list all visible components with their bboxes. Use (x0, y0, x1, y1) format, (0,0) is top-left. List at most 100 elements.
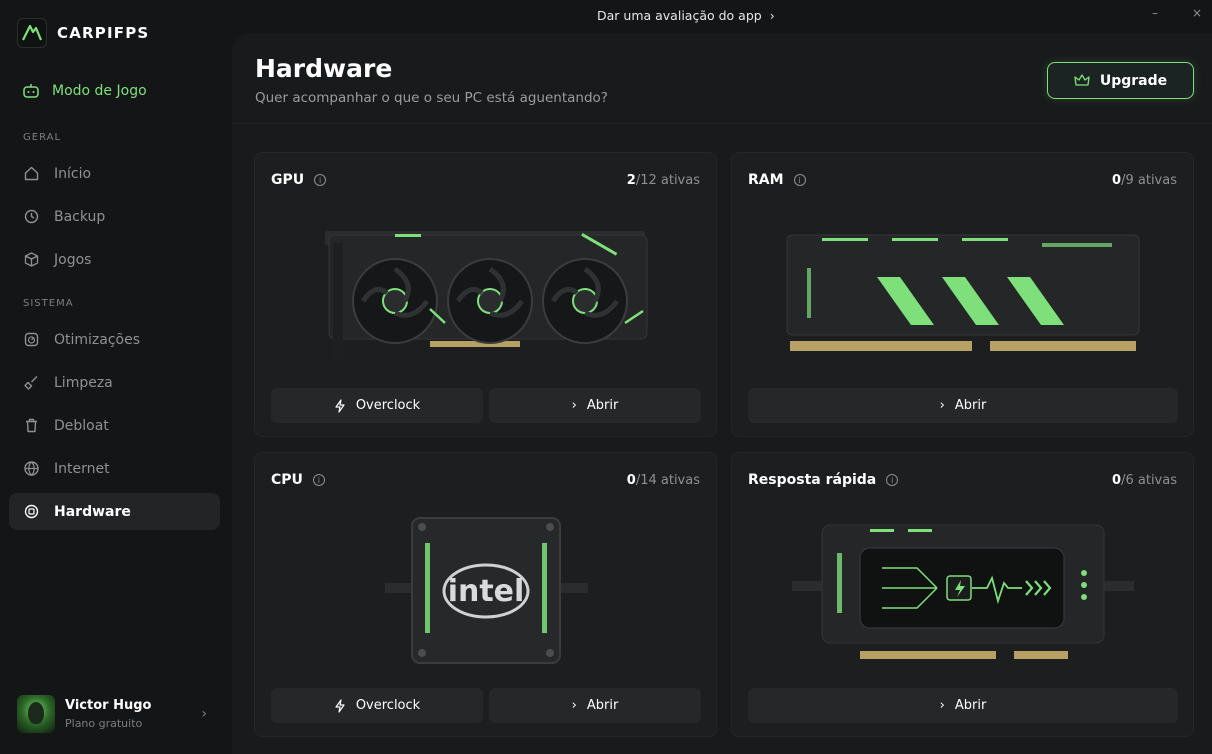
user-name: Victor Hugo (65, 698, 152, 713)
sidebar-item-otimizacoes[interactable]: Otimizações (9, 321, 220, 358)
intel-chip-label: intel (448, 574, 525, 609)
nav-game-mode[interactable]: Modo de Jogo (22, 82, 147, 100)
avatar (17, 695, 55, 733)
page-title: Hardware (255, 54, 393, 83)
trash-icon (26, 418, 37, 433)
open-button[interactable]: › Abrir (489, 388, 701, 423)
info-icon[interactable]: i (886, 474, 899, 486)
home-icon (24, 166, 39, 181)
open-label: Abrir (954, 698, 987, 713)
active-count: 2/12 ativas (627, 173, 700, 188)
card-title-text: RAM (748, 172, 784, 188)
title-bar: Dar uma avaliação do app › – × (232, 0, 1212, 32)
page-subtitle: Quer acompanhar o que o seu PC está ague… (255, 90, 608, 106)
sidebar-item-label: Internet (54, 460, 110, 477)
gauge-icon (24, 332, 39, 347)
open-button[interactable]: › Abrir (748, 688, 1178, 723)
sidebar-item-label: Backup (54, 208, 106, 225)
chevron-right-icon: › (769, 8, 775, 23)
cpu-illustration: intel (385, 517, 588, 664)
active-total: /6 ativas (1121, 473, 1177, 488)
card-title-text: GPU (271, 172, 305, 188)
cube-icon (24, 252, 39, 267)
brand: CARPIFPS (17, 18, 149, 48)
info-icon[interactable]: i (793, 174, 806, 186)
sidebar-item-label: Jogos (54, 251, 92, 268)
section-label-geral: GERAL (23, 132, 62, 143)
sidebar-item-label: Otimizações (54, 331, 141, 348)
sidebar-item-label: Hardware (54, 503, 131, 520)
card-title: CPU i (271, 472, 325, 488)
lightning-icon (335, 398, 345, 413)
minimize-button[interactable]: – (1152, 6, 1158, 20)
open-label: Abrir (586, 698, 619, 713)
card-title: GPU i (271, 172, 327, 188)
open-button[interactable]: › Abrir (748, 388, 1178, 423)
info-icon[interactable]: i (312, 474, 325, 486)
chevron-right-icon: › (201, 706, 207, 722)
chevron-right-icon: › (939, 398, 945, 413)
open-label: Abrir (954, 398, 987, 413)
chevron-right-icon: › (571, 398, 577, 413)
active-total: /12 ativas (635, 173, 700, 188)
globe-icon (24, 461, 39, 476)
overclock-button[interactable]: Overclock (271, 388, 483, 423)
user-profile[interactable]: Victor Hugo Plano gratuito › (17, 694, 217, 734)
card-title-text: Resposta rápida (748, 472, 877, 488)
lightning-icon (335, 698, 345, 713)
ram-illustration (786, 234, 1140, 351)
close-button[interactable]: × (1192, 6, 1202, 20)
active-number: 2 (626, 173, 636, 188)
sidebar-item-backup[interactable]: Backup (9, 198, 220, 235)
main-panel: Hardware Quer acompanhar o que o seu PC … (232, 34, 1212, 754)
card-title: RAM i (748, 172, 806, 188)
section-label-sistema: SISTEMA (23, 298, 74, 309)
quick-response-illustration (792, 524, 1134, 659)
card-gpu: GPU i 2/12 ativas Overclock › Abrir (254, 152, 717, 437)
sidebar-item-internet[interactable]: Internet (9, 450, 220, 487)
backup-icon (24, 209, 39, 224)
sidebar-item-limpeza[interactable]: Limpeza (9, 364, 220, 401)
app-logo-icon (17, 18, 47, 48)
review-link-label: Dar uma avaliação do app (597, 8, 762, 23)
sidebar-item-inicio[interactable]: Início (9, 155, 220, 192)
overclock-label: Overclock (355, 398, 421, 413)
sidebar-item-label: Debloat (54, 417, 109, 434)
open-label: Abrir (586, 398, 619, 413)
chip-icon (24, 504, 39, 519)
upgrade-button[interactable]: Upgrade (1047, 62, 1194, 99)
open-button[interactable]: › Abrir (489, 688, 701, 723)
sidebar-item-label: Início (54, 165, 92, 182)
info-icon[interactable]: i (314, 174, 327, 186)
active-count: 0/14 ativas (627, 473, 700, 488)
review-link[interactable]: Dar uma avaliação do app › (597, 8, 775, 23)
nav-game-mode-label: Modo de Jogo (52, 83, 147, 99)
card-cpu: CPU i 0/14 ativas intel Overclock › Abri… (254, 452, 717, 737)
crown-icon (1074, 73, 1090, 86)
chevron-right-icon: › (939, 698, 945, 713)
sidebar-item-label: Limpeza (54, 374, 113, 391)
active-number: 0 (1112, 173, 1122, 188)
active-total: /14 ativas (635, 473, 700, 488)
sidebar-item-jogos[interactable]: Jogos (9, 241, 220, 278)
card-title: Resposta rápida i (748, 472, 899, 488)
card-title-text: CPU (271, 472, 303, 488)
app-name: CARPIFPS (57, 24, 150, 42)
overclock-label: Overclock (355, 698, 421, 713)
active-number: 0 (1112, 473, 1122, 488)
card-quick-response: Resposta rápida i 0/6 ativas › Abrir (731, 452, 1194, 737)
card-ram: RAM i 0/9 ativas › Abrir (731, 152, 1194, 437)
sidebar: CARPIFPS Modo de Jogo GERAL Início Backu… (0, 0, 232, 754)
active-count: 0/6 ativas (1112, 473, 1177, 488)
gpu-illustration (325, 231, 648, 363)
upgrade-label: Upgrade (1099, 72, 1168, 89)
active-number: 0 (626, 473, 636, 488)
active-count: 0/9 ativas (1112, 173, 1177, 188)
active-total: /9 ativas (1121, 173, 1177, 188)
overclock-button[interactable]: Overclock (271, 688, 483, 723)
page-header: Hardware Quer acompanhar o que o seu PC … (232, 34, 1212, 124)
sidebar-item-debloat[interactable]: Debloat (9, 407, 220, 444)
broom-icon (24, 376, 38, 390)
sidebar-item-hardware[interactable]: Hardware (9, 493, 220, 530)
chevron-right-icon: › (571, 698, 577, 713)
